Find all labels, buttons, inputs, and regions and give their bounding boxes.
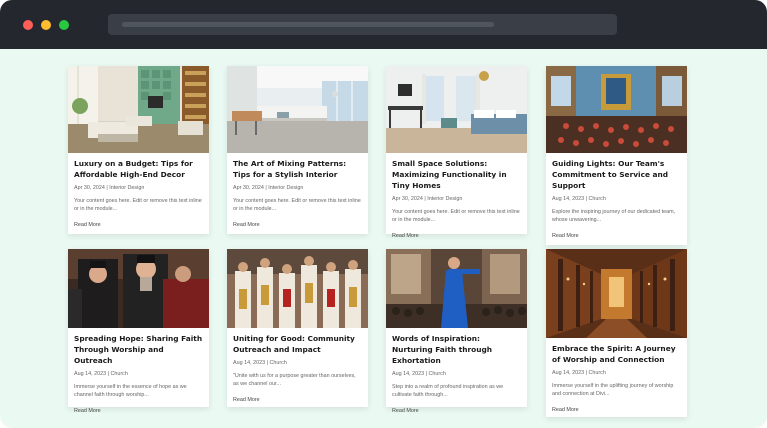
card-excerpt: Immerse yourself in the essence of hope … <box>74 384 187 398</box>
blog-card: Spreading Hope: Sharing Faith Through Wo… <box>68 249 209 414</box>
card-excerpt: Step into a realm of profound inspiratio… <box>392 384 504 398</box>
card-title[interactable]: Uniting for Good: Community Outreach and… <box>233 333 362 355</box>
church-interior-photo[interactable] <box>546 66 687 153</box>
blog-grid: Luxury on a Budget: Tips for Affordable … <box>0 49 767 428</box>
card-title[interactable]: The Art of Mixing Patterns: Tips for a S… <box>233 158 362 180</box>
kitchen-photo[interactable] <box>227 66 368 153</box>
card-meta: Aug 14, 2023 | Church <box>552 370 606 376</box>
read-more-link[interactable]: Read More <box>74 222 101 228</box>
living-room-photo[interactable] <box>68 66 209 153</box>
card-meta: Aug 14, 2023 | Church <box>74 371 128 377</box>
browser-window: Luxury on a Budget: Tips for Affordable … <box>0 0 767 428</box>
card-excerpt: Explore the inspiring journey of our ded… <box>552 209 676 223</box>
blog-card: Words of Inspiration: Nurturing Faith th… <box>386 249 527 414</box>
card-meta: Aug 14, 2023 | Church <box>392 371 446 377</box>
read-more-link[interactable]: Read More <box>74 408 101 414</box>
card-meta: Aug 14, 2023 | Church <box>233 360 287 366</box>
blog-card: Uniting for Good: Community Outreach and… <box>227 249 368 407</box>
card-title[interactable]: Spreading Hope: Sharing Faith Through Wo… <box>74 333 203 366</box>
card-meta: Apr 30, 2024 | Interior Design <box>392 196 463 202</box>
clergy-procession-photo[interactable] <box>227 249 368 328</box>
browser-titlebar <box>0 0 767 49</box>
maximize-window-button[interactable] <box>59 20 69 30</box>
priests-photo[interactable] <box>68 249 209 328</box>
card-excerpt: Your content goes here. Edit or remove t… <box>74 198 202 212</box>
read-more-link[interactable]: Read More <box>233 222 260 228</box>
cathedral-nave-photo[interactable] <box>546 249 687 338</box>
card-excerpt: "Unite with us for a purpose greater tha… <box>233 373 356 387</box>
card-title[interactable]: Words of Inspiration: Nurturing Faith th… <box>392 333 521 366</box>
read-more-link[interactable]: Read More <box>392 408 419 414</box>
read-more-link[interactable]: Read More <box>233 397 260 403</box>
read-more-link[interactable]: Read More <box>392 233 419 239</box>
card-meta: Aug 14, 2023 | Church <box>552 196 606 202</box>
minimize-window-button[interactable] <box>41 20 51 30</box>
card-title[interactable]: Embrace the Spirit: A Journey of Worship… <box>552 343 681 365</box>
card-meta: Apr 30, 2024 | Interior Design <box>74 185 145 191</box>
blog-card: Guiding Lights: Our Team's Commitment to… <box>546 66 687 245</box>
address-bar[interactable] <box>108 14 617 35</box>
address-bar-text-placeholder <box>122 22 494 27</box>
card-meta: Apr 30, 2024 | Interior Design <box>233 185 304 191</box>
blog-card: Small Space Solutions: Maximizing Functi… <box>386 66 527 239</box>
close-window-button[interactable] <box>23 20 33 30</box>
card-excerpt: Your content goes here. Edit or remove t… <box>233 198 361 212</box>
card-title[interactable]: Luxury on a Budget: Tips for Affordable … <box>74 158 203 180</box>
preacher-photo[interactable] <box>386 249 527 328</box>
read-more-link[interactable]: Read More <box>552 233 579 239</box>
card-excerpt: Immerse yourself in the uplifting journe… <box>552 383 674 397</box>
read-more-link[interactable]: Read More <box>552 407 579 413</box>
card-title[interactable]: Guiding Lights: Our Team's Commitment to… <box>552 158 681 191</box>
card-excerpt: Your content goes here. Edit or remove t… <box>392 209 520 223</box>
card-title[interactable]: Small Space Solutions: Maximizing Functi… <box>392 158 521 191</box>
blog-card: The Art of Mixing Patterns: Tips for a S… <box>227 66 368 234</box>
blog-card: Embrace the Spirit: A Journey of Worship… <box>546 249 687 417</box>
bedroom-photo[interactable] <box>386 66 527 153</box>
blog-card: Luxury on a Budget: Tips for Affordable … <box>68 66 209 234</box>
